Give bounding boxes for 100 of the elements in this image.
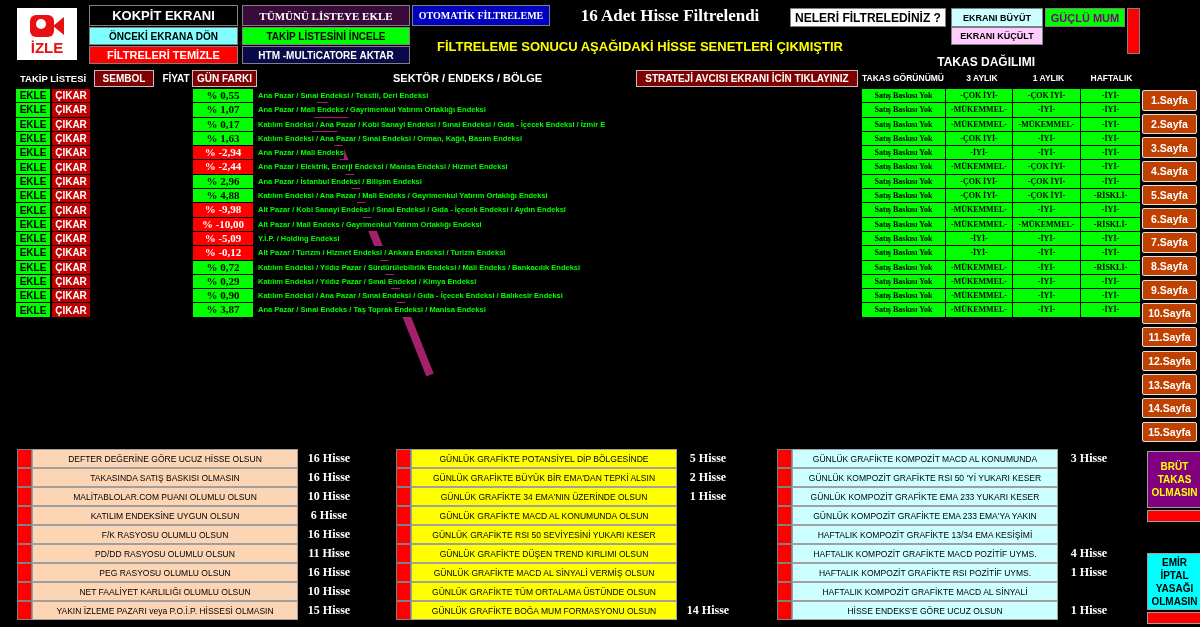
checkbox[interactable] [17,487,32,506]
remove-button[interactable]: ÇIKAR [52,274,90,289]
sort-button[interactable]: GÜN FARKI [192,69,257,87]
cockpit-button[interactable]: KOKPİT EKRANI [89,5,238,26]
page-button[interactable]: 8.Sayfa [1142,255,1197,277]
filter-label[interactable]: DEFTER DEĞERİNE GÖRE UCUZ HİSSE OLSUN [32,449,298,468]
filter-label[interactable]: PD/DD RASYOSU OLUMLU OLSUN [32,544,298,563]
checkbox[interactable] [396,449,411,468]
checkbox[interactable] [396,582,411,601]
add-button[interactable]: EKLE [16,89,50,103]
checkbox[interactable] [396,563,411,582]
checkbox[interactable] [777,506,792,525]
add-button[interactable]: EKLE [16,289,50,303]
sort-button[interactable]: SEMBOL [94,69,154,87]
filter-label[interactable]: PEG RASYOSU OLUMLU OLSUN [32,563,298,582]
checkbox[interactable] [777,544,792,563]
checkbox[interactable] [17,601,32,620]
zoom-out-button[interactable]: EKRANI KÜÇÜLT [951,27,1043,45]
filter-label[interactable]: GÜNLÜK GRAFİKTE MACD AL SİNYALİ VERMİŞ OLSUN [411,563,677,582]
checkbox[interactable] [17,525,32,544]
add-button[interactable]: EKLE [16,217,50,231]
remove-button[interactable]: ÇIKAR [52,203,90,217]
filter-label[interactable]: TAKASINDA SATIŞ BASKISI OLMASIN [32,468,298,487]
page-button[interactable]: 4.Sayfa [1142,161,1197,182]
checkbox[interactable] [17,582,32,601]
page-button[interactable]: 5.Sayfa [1142,184,1197,206]
remove-button[interactable]: ÇIKAR [52,217,90,231]
back-button[interactable]: ÖNCEKİ EKRANA DÖN [89,27,238,45]
remove-button[interactable]: ÇIKAR [52,131,90,146]
zoom-in-button[interactable]: EKRANI BÜYÜT [951,8,1043,27]
remove-button[interactable]: ÇIKAR [52,231,90,246]
flag-button[interactable]: BRÜT TAKAS OLMASIN [1147,451,1200,508]
checkbox[interactable] [777,525,792,544]
add-button[interactable]: EKLE [16,260,50,274]
remove-button[interactable]: ÇIKAR [52,146,90,160]
page-button[interactable]: 1.Sayfa [1142,90,1197,111]
checkbox[interactable] [777,487,792,506]
flag-button[interactable]: EMİR İPTAL YASAĞI OLMASIN [1147,553,1200,610]
filter-label[interactable]: GÜNLÜK GRAFİKTE DÜŞEN TREND KIRLIMI OLSUN [411,544,677,563]
checkbox[interactable] [17,563,32,582]
add-button[interactable]: EKLE [16,160,50,174]
filter-label[interactable]: GÜNLÜK GRAFİKTE MACD AL KONUMUNDA OLSUN [411,506,677,525]
filter-label[interactable]: GÜNLÜK GRAFİKTE KOMPOZİT MACD AL KONUMUNDA [792,449,1058,468]
page-button[interactable]: 14.Sayfa [1142,397,1197,419]
remove-button[interactable]: ÇIKAR [52,174,90,189]
page-button[interactable]: 10.Sayfa [1142,303,1197,324]
remove-button[interactable]: ÇIKAR [52,117,90,131]
filter-label[interactable]: GÜNLÜK GRAFİKTE 34 EMA'NIN ÜZERİNDE OLSUN [411,487,677,506]
checkbox[interactable] [396,506,411,525]
filter-label[interactable]: GÜNLÜK KOMPOZİT GRAFİKTE EMA 233 EMA'YA YAKIN [792,506,1058,525]
page-button[interactable]: 9.Sayfa [1142,279,1197,300]
add-button[interactable]: EKLE [16,246,50,260]
add-button[interactable]: EKLE [16,203,50,217]
strong-candle-button[interactable]: GÜÇLÜ MUM [1045,8,1125,27]
checkbox[interactable] [777,582,792,601]
checkbox[interactable] [396,601,411,620]
page-button[interactable]: 12.Sayfa [1142,350,1197,372]
page-button[interactable]: 7.Sayfa [1142,232,1197,253]
filter-label[interactable]: HAFTALIK KOMPOZİT GRAFİKTE MACD POZİTİF UYMS. [792,544,1058,563]
remove-button[interactable]: ÇIKAR [52,160,90,174]
remove-button[interactable]: ÇIKAR [52,289,90,303]
add-button[interactable]: EKLE [16,103,50,117]
remove-button[interactable]: ÇIKAR [52,189,90,203]
checkbox[interactable] [777,601,792,620]
what-filtered-button[interactable]: NELERİ FİLTRELEDİNİZ ? [790,8,946,27]
checkbox[interactable] [17,544,32,563]
add-button[interactable]: EKLE [16,274,50,289]
add-all-button[interactable]: TÜMÜNÜ LİSTEYE EKLE [242,5,410,26]
add-button[interactable]: EKLE [16,189,50,203]
checkbox[interactable] [17,449,32,468]
filter-label[interactable]: GÜNLÜK GRAFİKTE TÜM ORTALAMA ÜSTÜNDE OLSUN [411,582,677,601]
strategy-button[interactable]: STRATEJİ AVCISI EKRANI İCİN TIKLAYINIZ [636,69,858,87]
checkbox[interactable] [17,506,32,525]
filter-label[interactable]: HAFTALIK KOMPOZİT GRAFİKTE 13/34 EMA KESİŞİMİ [792,525,1058,544]
add-button[interactable]: EKLE [16,231,50,246]
add-button[interactable]: EKLE [16,117,50,131]
checkbox[interactable] [396,468,411,487]
filter-label[interactable]: HAFTALIK KOMPOZİT GRAFİKTE RSI POZİTİF UYMS. [792,563,1058,582]
filter-label[interactable]: GÜNLÜK KOMPOZİT GRAFİKTE RSI 50 'Yİ YUKARI KESER [792,468,1058,487]
page-button[interactable]: 2.Sayfa [1142,113,1197,135]
page-button[interactable]: 3.Sayfa [1142,137,1197,158]
filter-label[interactable]: MALİTABLOLAR.COM PUANI OLUMLU OLSUN [32,487,298,506]
auto-filter-button[interactable]: OTOMATİK FİLTRELEME [412,5,550,26]
remove-button[interactable]: ÇIKAR [52,246,90,260]
remove-button[interactable]: ÇIKAR [52,89,90,103]
filter-label[interactable]: NET FAALİYET KARLILIĞI OLUMLU OLSUN [32,582,298,601]
clear-filters-button[interactable]: FİLTRELERİ TEMİZLE [89,46,238,64]
add-button[interactable]: EKLE [16,146,50,160]
remove-button[interactable]: ÇIKAR [52,103,90,117]
filter-label[interactable]: GÜNLÜK GRAFİKTE BÜYÜK BİR EMA'DAN TEPKİ ALSIN [411,468,677,487]
filter-label[interactable]: HAFTALIK KOMPOZİT GRAFİKTE MACD AL SİNYALİ [792,582,1058,601]
filter-label[interactable]: F/K RASYOSU OLUMLU OLSUN [32,525,298,544]
page-button[interactable]: 11.Sayfa [1142,326,1197,348]
checkbox[interactable] [777,563,792,582]
filter-label[interactable]: HİSSE ENDEKS'E GÖRE UCUZ OLSUN [792,601,1058,620]
checkbox[interactable] [777,449,792,468]
logo[interactable]: İZLE [17,8,77,60]
checkbox[interactable] [777,468,792,487]
remove-button[interactable]: ÇIKAR [52,303,90,317]
filter-label[interactable]: YAKIN İZLEME PAZARI veya P.O.İ.P. HİSSESİ OLMASIN [32,601,298,620]
